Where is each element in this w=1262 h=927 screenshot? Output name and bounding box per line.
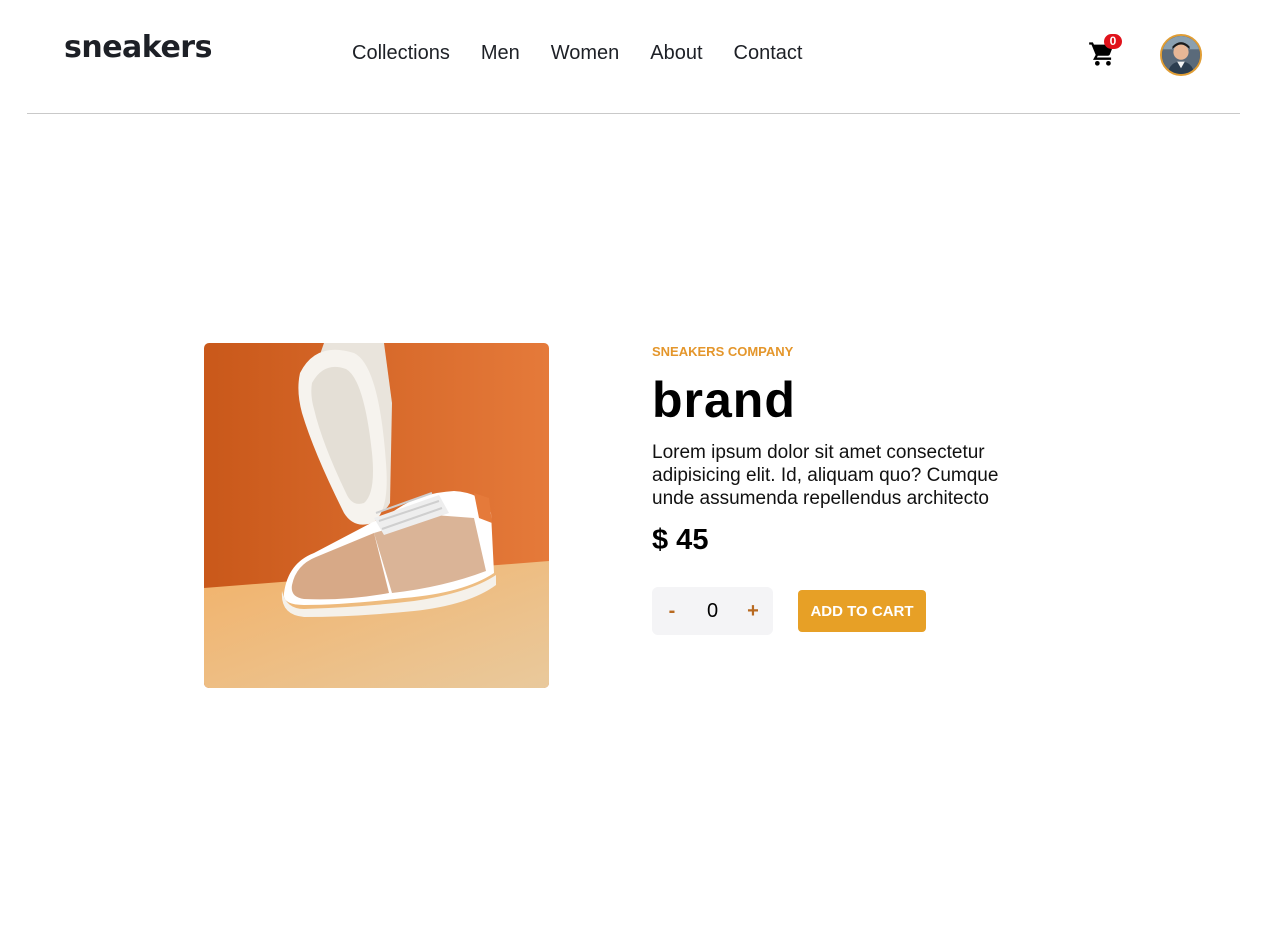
avatar[interactable] — [1160, 34, 1202, 76]
nav-collections[interactable]: Collections — [352, 42, 450, 65]
logo[interactable]: sneakers — [64, 30, 212, 65]
site-header: sneakers Collections Men Women About Con… — [27, 0, 1240, 114]
product-info: SNEAKERS COMPANY brand Lorem ipsum dolor… — [652, 340, 1052, 635]
increase-quantity-button[interactable]: + — [733, 587, 773, 635]
decrease-quantity-button[interactable]: - — [652, 587, 692, 635]
add-to-cart-button[interactable]: ADD TO CART — [798, 590, 926, 632]
user-avatar-image — [1162, 36, 1200, 74]
product-price: $ 45 — [652, 524, 709, 556]
cart-count-badge: 0 — [1104, 34, 1122, 49]
main-nav: Collections Men Women About Contact — [352, 42, 833, 65]
product-title: brand — [652, 372, 796, 428]
product-description: Lorem ipsum dolor sit amet consectetur a… — [652, 442, 999, 509]
nav-contact[interactable]: Contact — [734, 42, 803, 65]
sneaker-photo — [204, 343, 549, 688]
quantity-value: 0 — [706, 600, 719, 622]
nav-about[interactable]: About — [650, 42, 702, 65]
product-image — [204, 343, 549, 688]
quantity-stepper: - 0 + — [652, 587, 773, 635]
company-name: SNEAKERS COMPANY — [652, 344, 794, 359]
nav-men[interactable]: Men — [481, 42, 520, 65]
nav-women[interactable]: Women — [551, 42, 620, 65]
cart-button[interactable]: 0 — [1088, 34, 1122, 70]
